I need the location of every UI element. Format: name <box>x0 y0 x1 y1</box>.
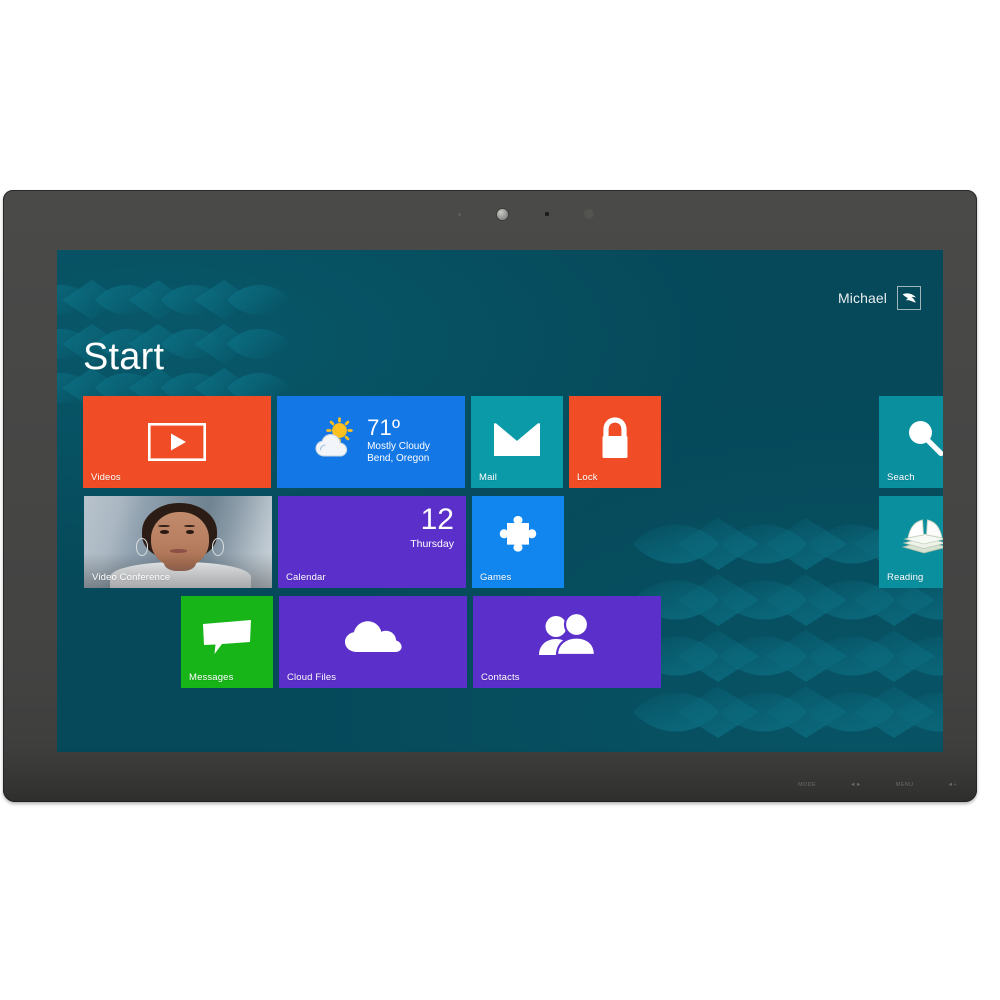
weather-location: Bend, Oregon <box>367 452 430 464</box>
tile-label-contacts: Contacts <box>481 672 520 683</box>
weather-condition: Mostly Cloudy <box>367 441 430 453</box>
tile-reading[interactable]: Reading <box>879 496 943 588</box>
bezel-button-power[interactable]: ◄+ <box>948 782 957 788</box>
tile-cloud-files[interactable]: Cloud Files <box>279 596 467 688</box>
calendar-day-name: Thursday <box>410 537 454 550</box>
bezel-button-row[interactable]: MODE ◄► MENU ◄+ <box>798 782 957 788</box>
weather-temperature: 71º <box>367 415 401 441</box>
webcam-lens-icon <box>497 208 509 220</box>
ambient-light-sensor-icon <box>584 210 593 218</box>
display-screen[interactable]: Michael Start Videos 71º Mostly Cloudy B… <box>57 250 943 752</box>
bird-avatar-icon[interactable] <box>897 286 921 310</box>
bezel-button-menu[interactable]: MENU <box>896 782 914 788</box>
tile-label-reading: Reading <box>887 572 924 583</box>
mic-dot-icon <box>458 212 461 216</box>
tile-label-messages: Messages <box>189 672 234 683</box>
tile-videos[interactable]: Videos <box>83 396 271 488</box>
sun-behind-cloud-icon <box>312 416 358 464</box>
monitor-chassis: Michael Start Videos 71º Mostly Cloudy B… <box>3 190 977 802</box>
screenshot-canvas: Michael Start Videos 71º Mostly Cloudy B… <box>0 0 1000 1000</box>
tile-video-conference[interactable]: Video Conference <box>84 496 272 588</box>
tile-contacts[interactable]: Contacts <box>473 596 661 688</box>
tile-label-videos: Videos <box>91 472 121 483</box>
user-account-bar[interactable]: Michael <box>838 286 921 310</box>
webcam-strip <box>458 204 593 224</box>
tile-label-lock: Lock <box>577 472 598 483</box>
bezel-button-mode[interactable]: MODE <box>798 782 816 788</box>
tile-calendar[interactable]: 12 Thursday Calendar <box>278 496 466 588</box>
user-name-label: Michael <box>838 290 887 306</box>
tile-mail[interactable]: Mail <box>471 396 563 488</box>
monitor-bottom-shading <box>3 746 977 802</box>
calendar-day-number: 12 <box>420 503 454 536</box>
tile-messages[interactable]: Messages <box>181 596 273 688</box>
bezel-button-nav[interactable]: ◄► <box>850 782 862 788</box>
tile-search[interactable]: Seach <box>879 396 943 488</box>
tile-label-calendar: Calendar <box>286 572 326 583</box>
page-title: Start <box>83 336 165 378</box>
tile-label-mail: Mail <box>479 472 498 483</box>
tile-label-search: Seach <box>887 472 915 483</box>
tile-weather[interactable]: 71º Mostly Cloudy Bend, Oregon <box>277 396 465 488</box>
tile-label-cloud-files: Cloud Files <box>287 672 337 683</box>
ir-sensor-icon <box>544 212 549 216</box>
tile-lock[interactable]: Lock <box>569 396 661 488</box>
tile-label-games: Games <box>480 572 512 583</box>
tile-games[interactable]: Games <box>472 496 564 588</box>
tile-label-video-conference: Video Conference <box>92 572 171 583</box>
